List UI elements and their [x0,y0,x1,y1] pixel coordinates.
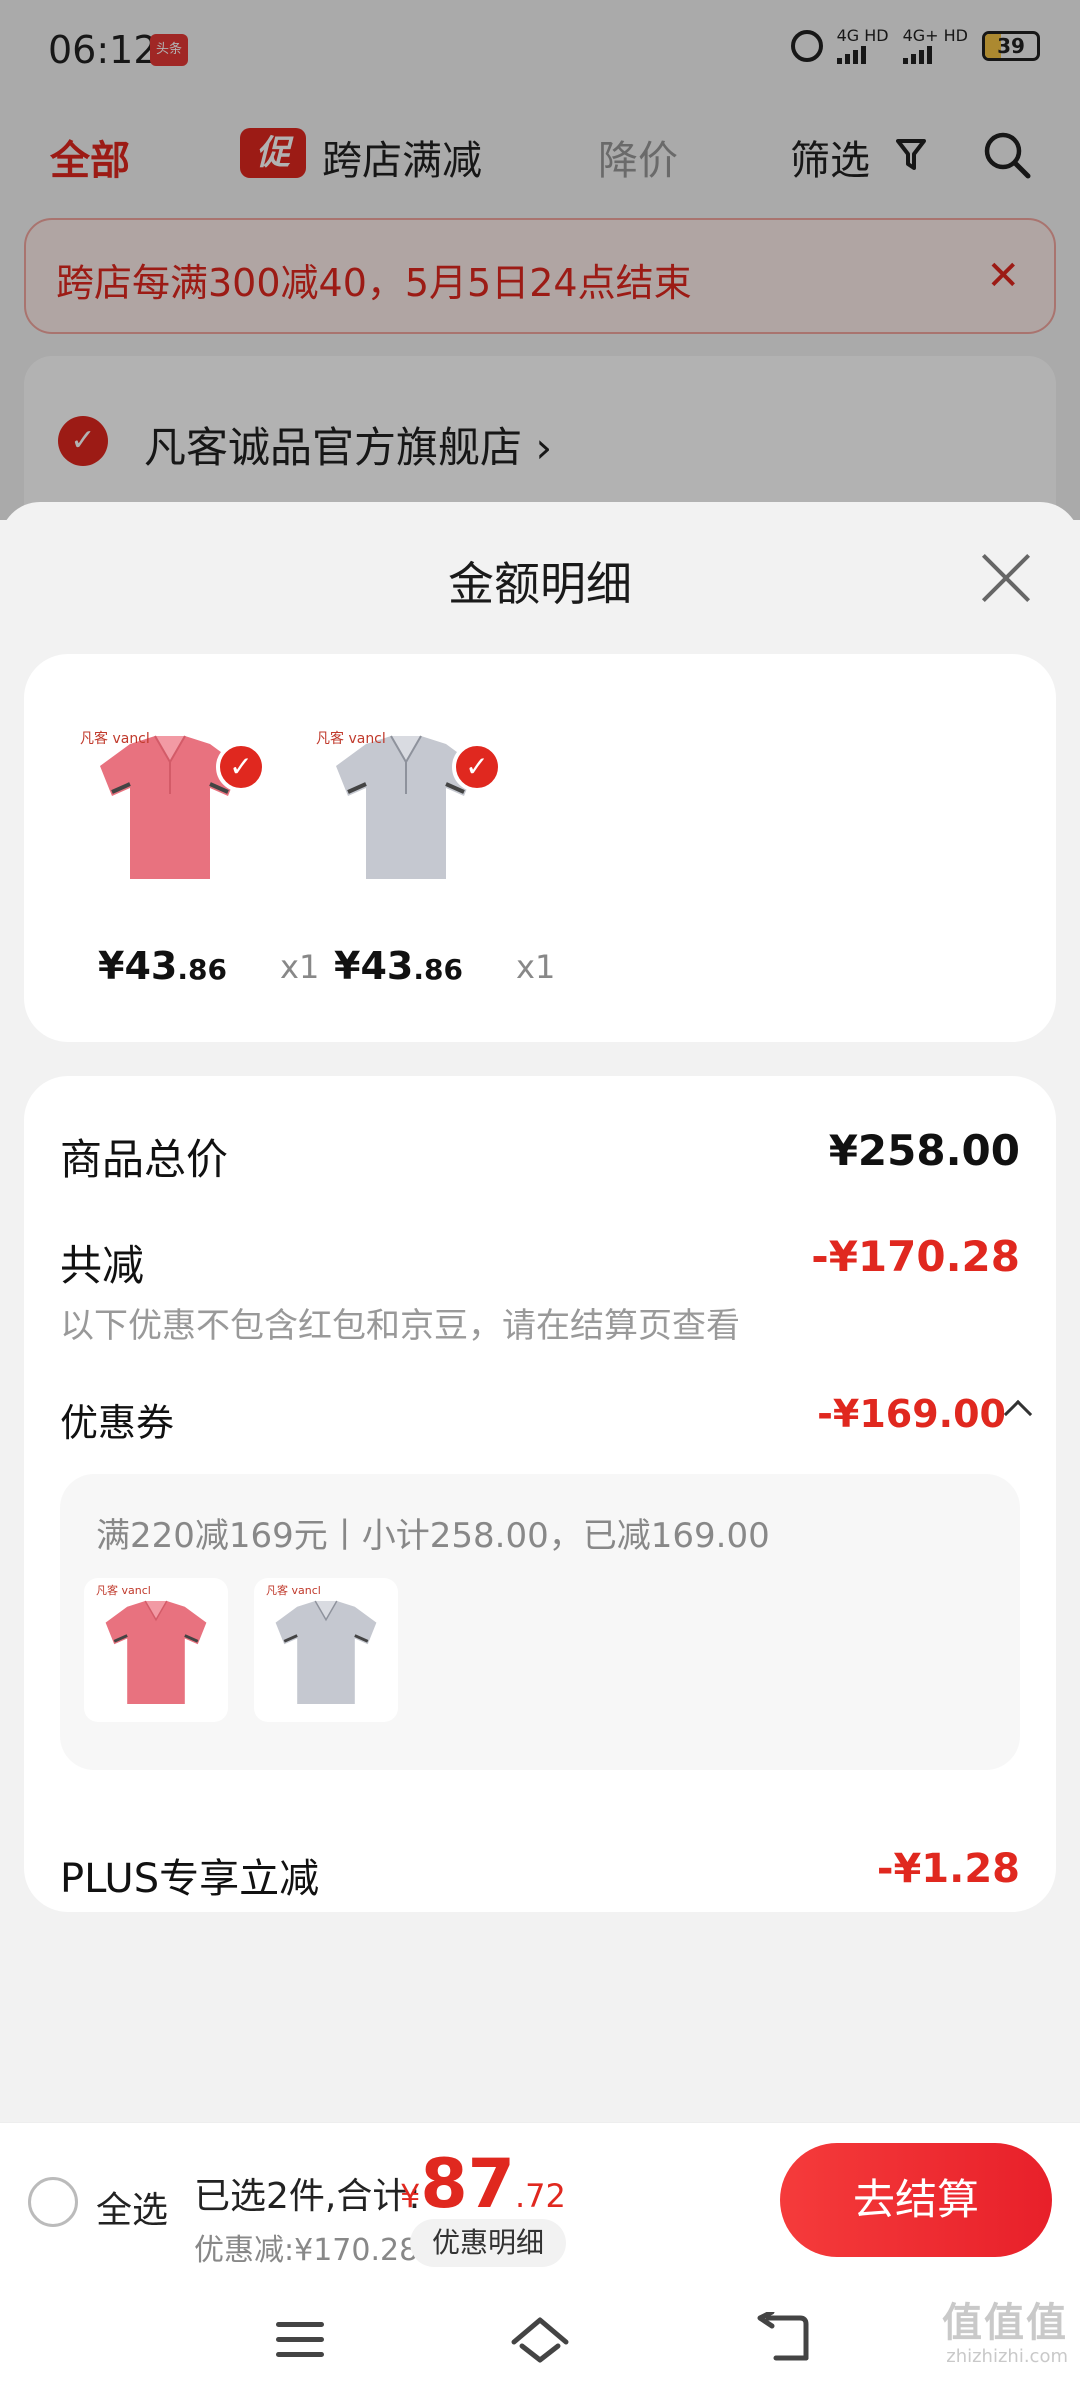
menu-icon[interactable] [276,2322,324,2358]
pink-polo-shirt-image [105,1600,207,1704]
checkmark-icon[interactable]: ✓ [216,742,266,792]
close-icon[interactable] [978,550,1034,606]
product-price: ¥43.86 [98,944,227,988]
discount-summary: 优惠减:¥170.28 [194,2233,419,2268]
product-item[interactable]: 凡客 vancl ✓ ¥43.86 x1 [306,704,555,1004]
brand-logo: 凡客 vancl [316,731,386,747]
chevron-up-icon[interactable] [1003,1399,1033,1429]
dim-overlay[interactable] [0,0,1080,520]
back-icon[interactable] [756,2312,812,2366]
coupon-product-thumb: 凡客 vancl [254,1578,398,1722]
coupon-detail-text: 满220减169元丨小计258.00，已减169.00 [96,1516,770,1556]
coupon-label[interactable]: 优惠券 [60,1392,174,1447]
plus-discount-label: PLUS专享立减 [60,1856,320,1902]
total-reduction-label: 共减 [60,1241,145,1290]
product-price: ¥43.86 [334,944,463,988]
selected-products-card: 凡客 vancl ✓ ¥43.86 x1 凡客 vancl ✓ ¥43.86 x… [24,654,1056,1042]
select-all-radio[interactable] [28,2177,78,2227]
watermark-url: zhizhizhi.com [946,2346,1068,2367]
total-reduction-value: -¥170.28 [811,1232,1020,1281]
brand-logo: 凡客 vancl [80,731,150,747]
brand-logo: 凡客 vancl [96,1584,151,1597]
goods-total-label: 商品总价 [60,1135,229,1184]
checkout-button[interactable]: 去结算 [780,2143,1052,2257]
system-nav-bar [0,2276,1080,2400]
checkmark-icon[interactable]: ✓ [452,742,502,792]
coupon-detail-box: 满220减169元丨小计258.00，已减169.00 凡客 vancl 凡客 [60,1474,1020,1770]
select-all-label[interactable]: 全选 [96,2181,168,2233]
plus-discount-value: -¥1.28 [876,1846,1020,1892]
checkout-bar: 全选 已选2件,合计: ¥87.72 优惠减:¥170.28 优惠明细 去结算 [0,2122,1080,2276]
brand-logo: 凡客 vancl [266,1584,321,1597]
goods-total-value: ¥258.00 [828,1126,1020,1175]
grey-polo-shirt-image [275,1600,377,1704]
coupon-product-thumb: 凡客 vancl [84,1578,228,1722]
selected-count-label: 已选2件,合计: [194,2176,421,2217]
coupon-value[interactable]: -¥169.00 [817,1392,1006,1436]
product-item[interactable]: 凡客 vancl ✓ ¥43.86 x1 [70,704,319,1004]
amount-detail-sheet: 金额明细 凡客 vancl ✓ ¥43.86 x1 凡客 vancl ✓ ¥43… [0,502,1080,2122]
total-price: ¥87.72 [400,2145,566,2224]
background-page: 06:12 头条 4G HD 4G+ HD 39 全部 促 跨店满减 降价 筛选 [0,0,1080,556]
watermark-logo: 值值值 [942,2300,1068,2346]
home-icon[interactable] [508,2312,572,2368]
product-quantity: x1 [516,948,556,986]
reduction-note: 以下优惠不包含红包和京豆，请在结算页查看 [60,1306,740,1346]
discount-detail-button[interactable]: 优惠明细 [410,2219,566,2267]
sheet-title: 金额明细 [448,557,632,611]
price-breakdown-card: 商品总价 ¥258.00 共减 -¥170.28 以下优惠不包含红包和京豆，请在… [24,1076,1056,1912]
